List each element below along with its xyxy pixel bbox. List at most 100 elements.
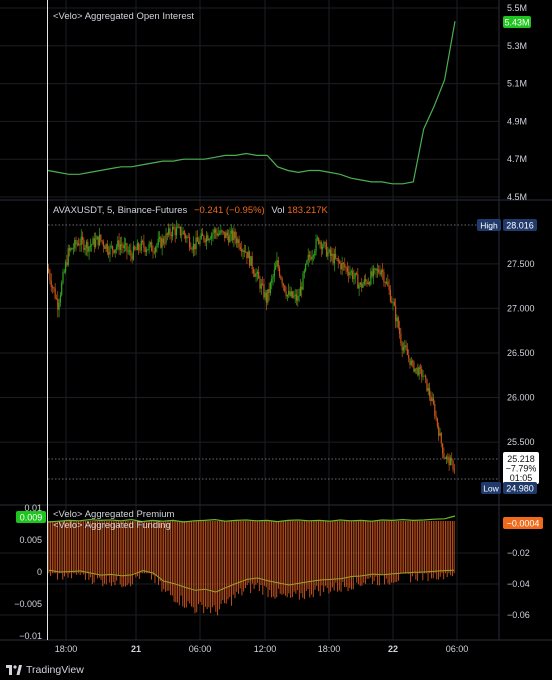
candle-body <box>371 271 373 277</box>
price-tick-label: 27.500 <box>507 259 535 269</box>
candle-body <box>255 273 257 277</box>
time-tick-label: 06:00 <box>446 644 469 654</box>
candle-body <box>50 280 52 288</box>
candle-body <box>246 251 248 259</box>
candle-body <box>87 241 89 252</box>
candle-body <box>303 270 305 274</box>
candle-body <box>316 238 318 239</box>
candle-body <box>258 271 260 279</box>
candle-body <box>290 291 292 297</box>
candle-body <box>312 255 315 257</box>
candle-body <box>308 254 311 258</box>
candle-body <box>387 281 389 286</box>
candle-body <box>241 249 243 252</box>
candle-body <box>207 235 209 241</box>
candle-body <box>243 250 245 253</box>
candle-body <box>49 272 51 281</box>
candle-body <box>105 243 107 249</box>
candle-body <box>67 248 69 265</box>
candle-body <box>396 317 398 322</box>
candle-body <box>451 457 453 461</box>
candle-body <box>385 281 388 284</box>
candle-body <box>138 243 140 250</box>
candle-body <box>79 244 81 246</box>
candle-body <box>213 229 215 233</box>
funding-tick-label: −0.06 <box>507 610 530 620</box>
candle-body <box>320 242 322 250</box>
candle-body <box>410 360 412 365</box>
candle-body <box>195 237 197 250</box>
candle-body <box>122 246 124 248</box>
candle-body <box>89 245 91 247</box>
candle-body <box>66 262 68 265</box>
candle-body <box>139 249 141 251</box>
high-value: 28.016 <box>506 221 534 231</box>
candle-body <box>346 267 348 272</box>
candle-body <box>127 251 129 253</box>
candle-body <box>233 231 235 241</box>
candle-body <box>130 250 132 256</box>
candle-body <box>301 286 303 290</box>
candle-body <box>88 246 90 252</box>
time-tick-label: 22 <box>388 644 398 654</box>
candle-body <box>289 291 291 297</box>
bar-countdown: 01:05 <box>510 473 533 483</box>
candle-body <box>357 274 359 289</box>
candle-body <box>379 272 381 275</box>
candle-body <box>72 248 75 250</box>
candle-body <box>102 241 105 247</box>
candle-body <box>311 256 313 260</box>
candle-body <box>327 251 329 257</box>
candle-body <box>273 269 275 277</box>
price-tick-label: 26.000 <box>507 393 535 403</box>
candle-body <box>51 287 54 288</box>
candle-body <box>117 240 119 247</box>
candle-body <box>445 456 448 459</box>
candle-body <box>421 368 423 377</box>
candle-body <box>91 244 93 246</box>
candle-body <box>344 264 346 268</box>
candle-body <box>109 246 111 255</box>
candle-body <box>354 272 356 278</box>
candle-body <box>406 349 408 356</box>
candle-body <box>351 271 354 279</box>
candle-body <box>367 282 369 284</box>
candle-body <box>430 396 432 402</box>
candle-body <box>160 237 162 248</box>
candle-body <box>81 236 84 241</box>
candle-body <box>144 247 146 252</box>
chart-canvas: 5.5M 5.3M 5.1M 4.9M 4.7M 4.5M <Velo> Aggregat… <box>0 0 552 654</box>
candle-body <box>119 244 121 250</box>
candle-body <box>349 272 351 276</box>
candle-body <box>254 273 256 277</box>
candle-body <box>267 289 269 303</box>
candle-body <box>358 284 360 289</box>
time-axis: 18:00 21 06:00 12:00 18:00 22 06:00 <box>55 644 469 654</box>
candle-body <box>393 302 395 306</box>
candle-body <box>361 282 363 288</box>
candle-body <box>149 242 152 245</box>
candle-body <box>187 236 189 238</box>
candle-body <box>259 278 261 289</box>
candle-body <box>216 232 218 236</box>
candle-body <box>229 233 231 243</box>
candle-body <box>141 240 144 242</box>
tradingview-logo[interactable]: TradingView <box>6 663 84 677</box>
candle-body <box>62 272 64 283</box>
candle-body <box>427 388 429 391</box>
candle-body <box>417 367 419 376</box>
oi-tick-label: 5.1M <box>507 79 527 89</box>
candle-body <box>68 248 71 251</box>
last-change: −7.79% <box>506 464 537 474</box>
candle-body <box>378 269 380 273</box>
candle-body <box>198 241 200 244</box>
candle-body <box>234 231 236 239</box>
oi-tick-label: 4.5M <box>507 192 527 202</box>
candle-body <box>199 238 201 244</box>
candle-body <box>415 367 418 369</box>
candle-body <box>93 238 95 247</box>
candle-body <box>157 238 159 245</box>
candle-body <box>192 243 195 250</box>
candle-body <box>401 343 403 351</box>
candle-body <box>161 238 163 248</box>
